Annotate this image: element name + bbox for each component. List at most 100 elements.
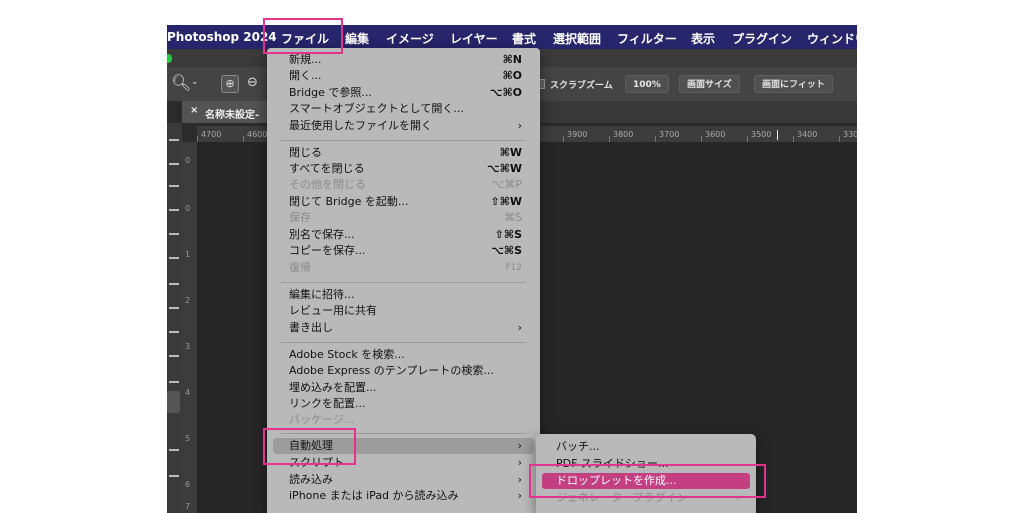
menu-item-label: Bridge で参照... [289, 86, 372, 99]
menu-item-revert: 復帰 F12 [273, 260, 534, 276]
submenu-item-create-droplet[interactable]: ドロップレットを作成... [542, 473, 750, 489]
menu-item-label: コピーを保存... [289, 244, 366, 257]
menu-edit[interactable]: 編集 [345, 30, 369, 47]
menu-item-save-copy[interactable]: コピーを保存... ⌥⌘S [273, 243, 534, 259]
menu-separator [281, 140, 526, 141]
tool-icon[interactable] [169, 381, 179, 383]
shortcut-label: ⌘O [502, 69, 522, 82]
tool-icon[interactable] [169, 139, 179, 141]
menu-item-scripts[interactable]: スクリプト › [273, 455, 534, 471]
submenu-item-pdf-presentation[interactable]: PDF スライドショー... [542, 456, 750, 472]
automate-submenu: バッチ... PDF スライドショー... ドロップレットを作成... ジェネレ… [536, 434, 756, 513]
menu-item-place-embedded[interactable]: 埋め込みを配置... [273, 380, 534, 396]
menu-item-invite-edit[interactable]: 編集に招待... [273, 287, 534, 303]
ruler-label: 5 [185, 434, 191, 443]
menu-item-label: 埋め込みを配置... [289, 381, 377, 394]
chevron-right-icon: › [735, 491, 740, 504]
menu-filter[interactable]: フィルター [617, 30, 677, 47]
tool-icon[interactable] [169, 209, 179, 211]
tool-icon[interactable] [169, 355, 179, 357]
menu-item-close-go-to-bridge[interactable]: 閉じて Bridge を起動... ⇧⌘W [273, 194, 534, 210]
menu-item-automate[interactable]: 自動処理 › [273, 438, 534, 454]
menu-item-save-as[interactable]: 別名で保存... ⇧⌘S [273, 227, 534, 243]
menu-item-save: 保存 ⌘S [273, 210, 534, 226]
menu-item-import[interactable]: 読み込み › [273, 472, 534, 488]
close-tab-icon[interactable]: × [190, 105, 198, 116]
tool-icon[interactable] [169, 233, 179, 235]
shortcut-label: ⌘S [504, 211, 522, 224]
tool-icon[interactable] [169, 331, 179, 333]
menu-layer[interactable]: レイヤー [450, 30, 498, 47]
ruler-label: 2 [185, 296, 191, 305]
menu-item-label: Adobe Stock を検索... [289, 348, 405, 361]
shortcut-label: ⇧⌘S [494, 228, 522, 241]
zoom-tool-icon[interactable]: 🔍︎ [171, 73, 191, 92]
menu-item-browse-bridge[interactable]: Bridge で参照... ⌥⌘O [273, 85, 534, 101]
ruler-label: 3900 [567, 130, 588, 139]
app-menu[interactable]: Photoshop 2024 [167, 30, 277, 44]
menu-item-close-others: その他を閉じる ⌥⌘P [273, 177, 534, 193]
tool-icon[interactable] [169, 185, 179, 187]
document-tab[interactable]: × 名称未設定- [182, 101, 277, 123]
menu-item-label: 書き出し [289, 321, 333, 334]
menu-plugins[interactable]: プラグイン [732, 30, 792, 47]
zoom-in-icon[interactable]: ⊕ [221, 75, 239, 93]
zoom-out-icon[interactable]: ⊖ [247, 75, 258, 90]
menu-item-label: ジェネレータープラグイン [556, 491, 688, 504]
menu-item-label: パッケージ... [289, 413, 355, 426]
tool-icon[interactable] [169, 163, 179, 165]
tool-icon[interactable] [169, 449, 179, 451]
tool-icon[interactable] [169, 307, 179, 309]
menu-separator [281, 342, 526, 343]
menu-item-share-review[interactable]: レビュー用に共有 [273, 303, 534, 319]
menu-item-close-all[interactable]: すべてを閉じる ⌥⌘W [273, 161, 534, 177]
tool-icon[interactable] [169, 283, 179, 285]
chevron-right-icon: › [517, 321, 522, 334]
menu-item-new[interactable]: 新規... ⌘N [273, 52, 534, 68]
ruler-label: 0 [185, 204, 191, 213]
menu-item-import-iphone[interactable]: iPhone または iPad から読み込み › [273, 488, 534, 504]
submenu-item-batch[interactable]: バッチ... [542, 439, 750, 455]
menu-window[interactable]: ウィンドウ [807, 30, 857, 47]
ruler-label: 3700 [659, 130, 680, 139]
menu-item-open[interactable]: 開く... ⌘O [273, 68, 534, 84]
chevron-right-icon: › [517, 489, 522, 502]
tool-icon[interactable] [169, 257, 179, 259]
zoom-100-button[interactable]: 100% [625, 75, 669, 93]
menu-separator [281, 433, 526, 434]
menu-image[interactable]: イメージ [386, 30, 434, 47]
menu-item-label: 閉じて Bridge を起動... [289, 195, 409, 208]
menu-item-label: 新規... [289, 53, 322, 66]
menu-item-label: レビュー用に共有 [289, 304, 377, 317]
tool-icon[interactable] [169, 475, 179, 477]
menu-item-label: 最近使用したファイルを開く [289, 119, 432, 132]
menu-file[interactable]: ファイル [281, 30, 329, 47]
menu-item-close[interactable]: 閉じる ⌘W [273, 145, 534, 161]
ruler-label: 330 [843, 130, 857, 139]
selected-tool[interactable] [167, 391, 180, 413]
fit-screen-button[interactable]: 画面サイズ [679, 75, 740, 93]
menu-item-label: スクリプト [289, 456, 344, 469]
ruler-label: 3500 [751, 130, 772, 139]
menu-type[interactable]: 書式 [512, 30, 536, 47]
menu-item-export[interactable]: 書き出し › [273, 320, 534, 336]
file-menu: 新規... ⌘N 開く... ⌘O Bridge で参照... ⌥⌘O スマートオブジ… [267, 48, 540, 513]
shortcut-label: ⌥⌘O [489, 86, 522, 99]
fill-screen-button[interactable]: 画面にフィット [754, 75, 833, 93]
menu-item-adobe-stock[interactable]: Adobe Stock を検索... [273, 347, 534, 363]
menu-bar: Photoshop 2024 ファイル 編集 イメージ レイヤー 書式 選択範囲… [167, 25, 857, 49]
menu-item-package: パッケージ... [273, 412, 534, 428]
menu-view[interactable]: 表示 [691, 30, 715, 47]
chevron-down-icon[interactable]: ⌄ [191, 77, 199, 87]
chevron-right-icon: › [517, 456, 522, 469]
toolbar [167, 123, 182, 513]
scrubby-zoom-label: スクラブズーム [550, 81, 613, 91]
menu-item-label: 読み込み [289, 473, 333, 486]
menu-item-adobe-express[interactable]: Adobe Express のテンプレートの検索... [273, 363, 534, 379]
menu-item-label: スマートオブジェクトとして開く... [289, 102, 464, 115]
menu-item-open-smart-object[interactable]: スマートオブジェクトとして開く... [273, 101, 534, 117]
menu-select[interactable]: 選択範囲 [553, 30, 601, 47]
menu-item-label: その他を閉じる [289, 178, 366, 191]
menu-item-open-recent[interactable]: 最近使用したファイルを開く › [273, 118, 534, 134]
menu-item-place-linked[interactable]: リンクを配置... [273, 396, 534, 412]
